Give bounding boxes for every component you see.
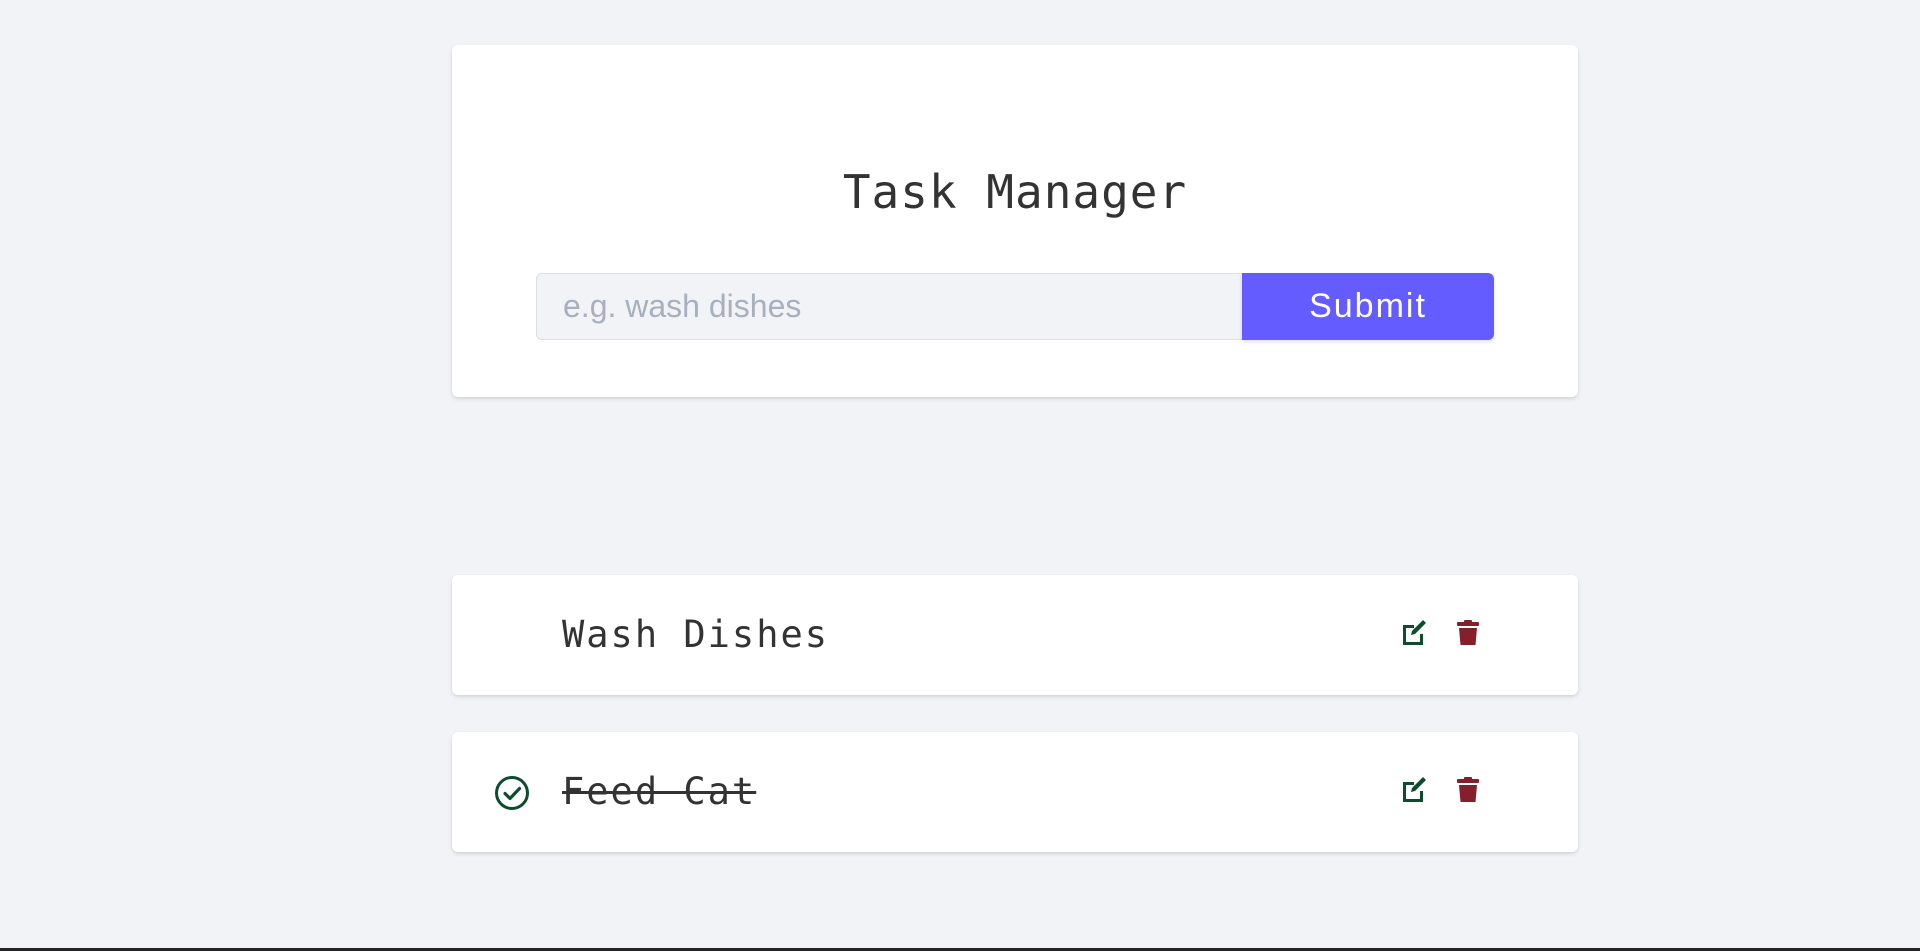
- task-item: Feed Cat: [452, 732, 1578, 852]
- page: Task Manager Submit Wash Dishes: [0, 0, 1920, 951]
- submit-button[interactable]: Submit: [1242, 273, 1494, 340]
- trash-icon[interactable]: [1454, 618, 1482, 648]
- trash-icon[interactable]: [1454, 775, 1482, 805]
- task-name[interactable]: Feed Cat: [562, 732, 756, 852]
- task-actions: [1400, 618, 1482, 652]
- task-actions: [1400, 775, 1482, 809]
- task-name[interactable]: Wash Dishes: [562, 575, 829, 695]
- edit-icon[interactable]: [1400, 618, 1428, 648]
- task-form-card: Task Manager Submit: [452, 45, 1578, 397]
- task-item: Wash Dishes: [452, 575, 1578, 695]
- edit-icon[interactable]: [1400, 775, 1428, 805]
- task-form: Submit: [536, 273, 1494, 340]
- task-input[interactable]: [536, 273, 1242, 340]
- page-title: Task Manager: [842, 165, 1188, 219]
- check-circle-icon[interactable]: [494, 775, 530, 811]
